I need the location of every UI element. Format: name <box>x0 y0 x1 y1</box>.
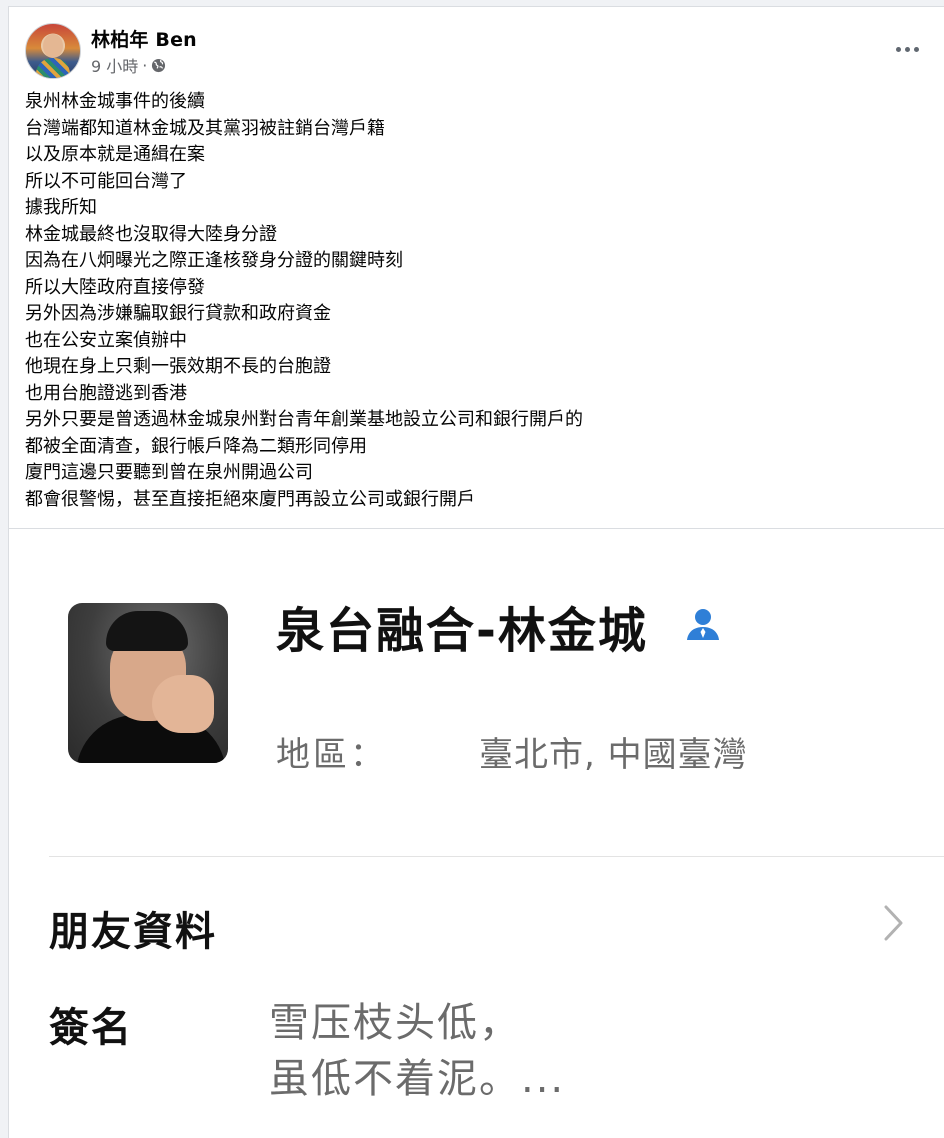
photo-hair <box>106 611 188 651</box>
post-text-line: 都會很警惕，甚至直接拒絕來廈門再設立公司或銀行開戶 <box>25 488 475 510</box>
post-text-line: 也在公安立案偵辦中 <box>25 329 187 351</box>
avatar-face <box>43 34 63 58</box>
region-label: 地區： <box>276 735 387 775</box>
post-text-line: 另外只要是曾透過林金城泉州對台青年創業基地設立公司和銀行開戶的 <box>25 409 583 430</box>
author-avatar[interactable] <box>25 23 81 79</box>
post-text-line: 以及原本就是通緝在案 <box>25 144 205 165</box>
chevron-right-icon <box>884 905 903 941</box>
photo-hand <box>152 675 214 733</box>
friend-info-label: 朋友資料 <box>49 909 217 955</box>
post-text-line: 另外因為涉嫌騙取銀行貸款和政府資金 <box>25 303 331 324</box>
post-text-line: 也用台胞證逃到香港 <box>25 382 187 404</box>
region-value: 臺北市, 中國臺灣 <box>479 735 748 775</box>
post-text-line: 所以大陸政府直接停發 <box>25 276 205 298</box>
post-text-line: 林金城最終也沒取得大陸身分證 <box>25 223 277 245</box>
post-text-line: 據我所知 <box>25 197 97 218</box>
facebook-post-card: 林柏年 Ben 9 小時 · 泉州林金城事件的後續台灣端都知道林金城及其黨羽被註… <box>8 6 944 1138</box>
avatar-shirt <box>36 58 70 78</box>
post-text-line: 所以不可能回台灣了 <box>25 170 187 192</box>
post-text-line: 他現在身上只剩一張效期不長的台胞證 <box>25 356 331 377</box>
embedded-screenshot[interactable]: 泉台融合-林金城 地區： 臺北市, 中國臺灣 朋友資料 簽名 雪压枝头低， 虽低不… <box>9 529 944 1138</box>
post-text-line: 因為在八炯曝光之際正逢核發身分證的關鍵時刻 <box>25 250 403 271</box>
more-dot <box>913 46 919 52</box>
signature-line: 虽低不着泥。... <box>269 1056 566 1102</box>
signature-line: 雪压枝头低， <box>269 1000 521 1046</box>
more-dot <box>895 46 901 52</box>
signature-value: 雪压枝头低， 虽低不着泥。... <box>269 995 565 1107</box>
more-options-icon[interactable] <box>889 37 925 61</box>
post-meta: 9 小時 · <box>91 53 166 77</box>
post-text-line: 廈門這邊只要聽到曾在泉州開過公司 <box>25 462 313 483</box>
post-text-line: 泉州林金城事件的後續 <box>25 91 205 112</box>
post-text-line: 台灣端都知道林金城及其黨羽被註銷台灣戶籍 <box>25 117 385 139</box>
section-divider <box>49 856 944 857</box>
person-icon <box>687 609 719 640</box>
post-header: 林柏年 Ben 9 小時 · <box>25 23 925 79</box>
contact-profile-photo <box>68 603 228 763</box>
globe-icon[interactable] <box>151 58 166 73</box>
signature-label: 簽名 <box>49 1005 133 1051</box>
more-dot <box>904 46 910 52</box>
contact-name: 泉台融合-林金城 <box>276 603 648 659</box>
post-text-line: 都被全面清查，銀行帳戶降為二類形同停用 <box>25 435 367 457</box>
friend-info-row[interactable]: 朋友資料 <box>9 889 944 959</box>
post-text: 泉州林金城事件的後續台灣端都知道林金城及其黨羽被註銷台灣戶籍 以及原本就是通緝在案… <box>25 89 925 513</box>
post-time[interactable]: 9 小時 <box>91 53 138 77</box>
author-name[interactable]: 林柏年 Ben <box>91 25 197 52</box>
meta-separator: · <box>142 55 148 75</box>
